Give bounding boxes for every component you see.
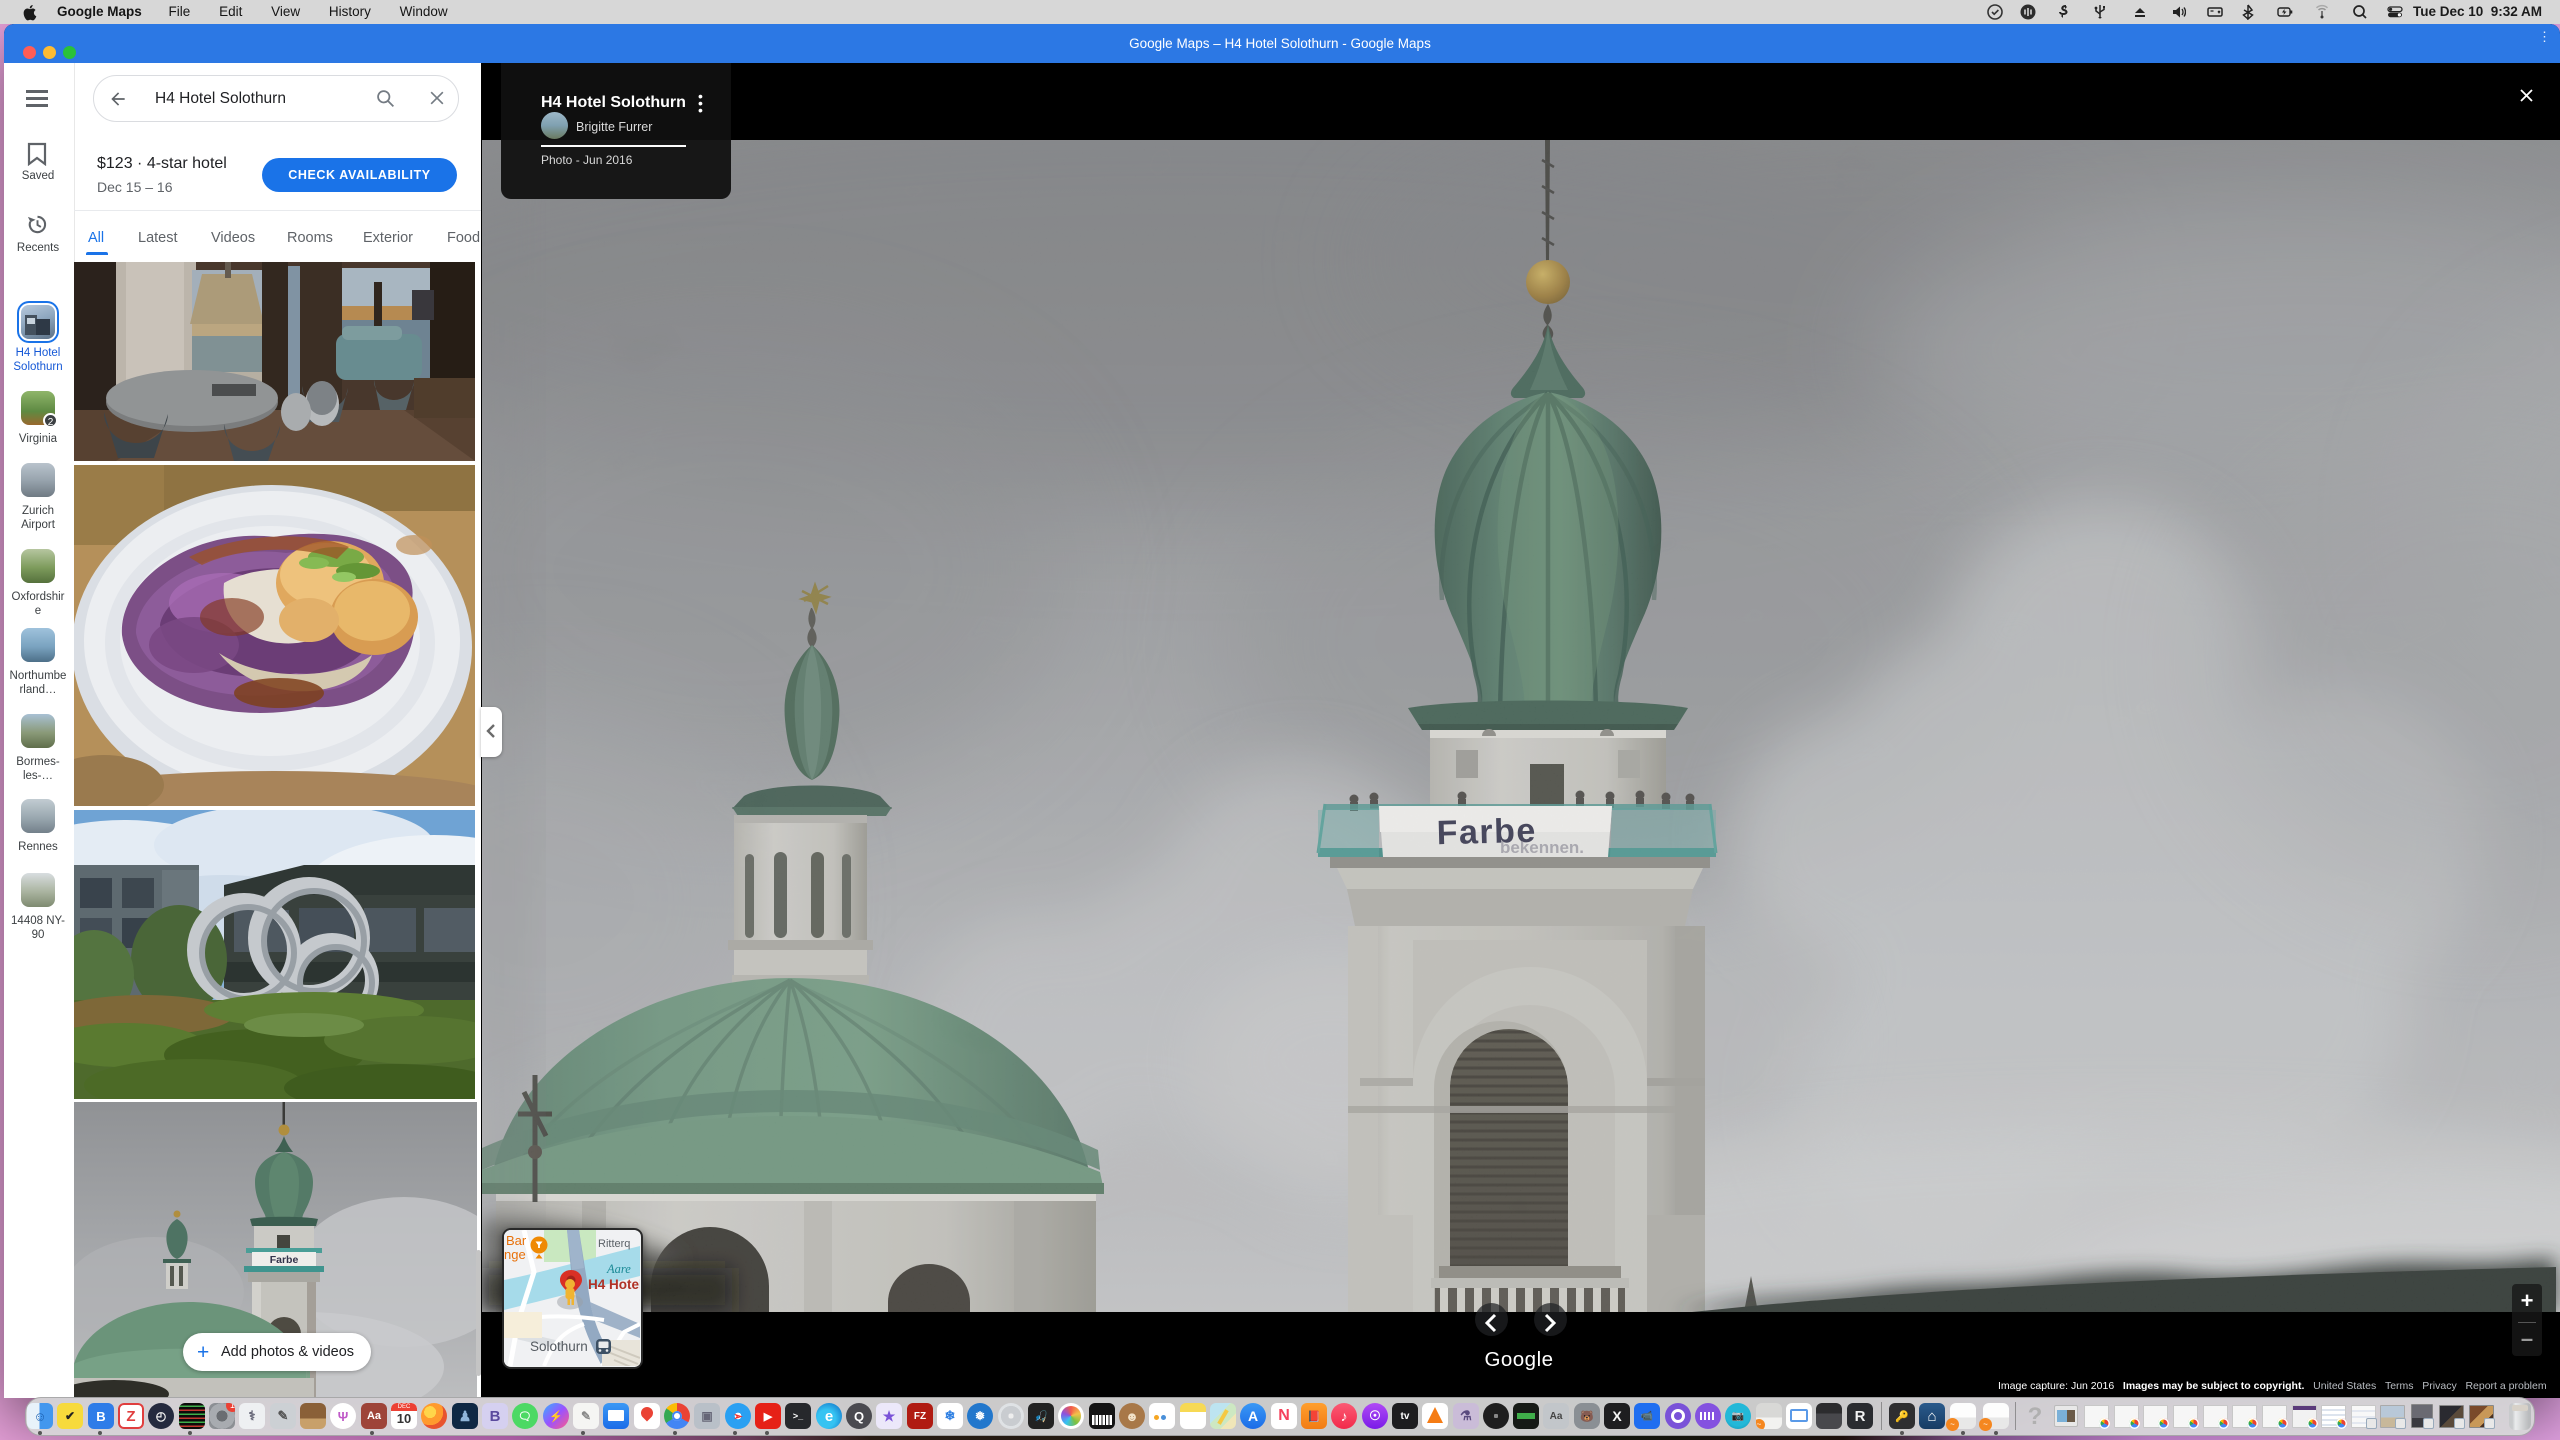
svg-text:Bar: Bar xyxy=(506,1233,527,1248)
svg-text:Aare: Aare xyxy=(606,1262,631,1276)
svg-text:Solothurn: Solothurn xyxy=(530,1339,588,1354)
svg-text:Farbe: Farbe xyxy=(270,1254,299,1266)
svg-text:nge: nge xyxy=(504,1247,526,1262)
svg-text:Ritterq: Ritterq xyxy=(598,1238,630,1250)
svg-text:H4 Hotel: H4 Hotel xyxy=(588,1277,640,1292)
